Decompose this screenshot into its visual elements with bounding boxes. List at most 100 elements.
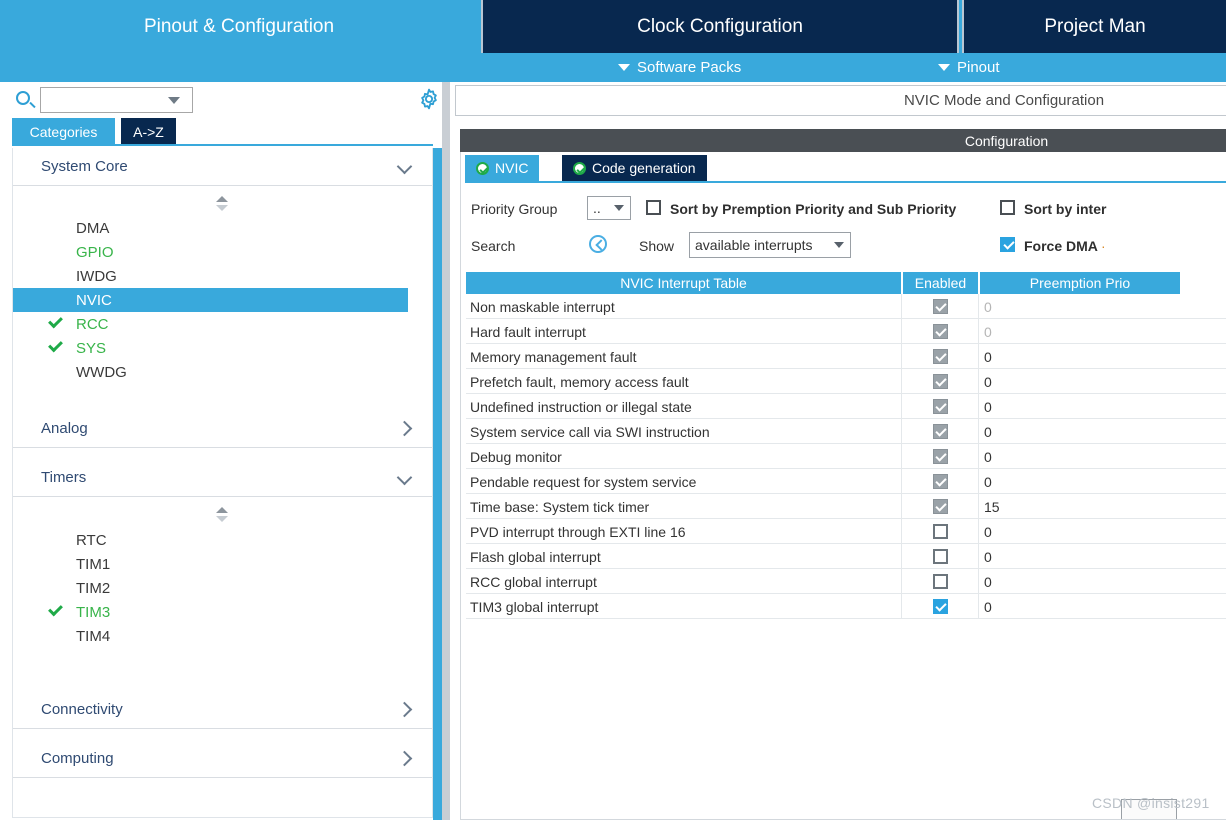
chevron-left-circle-icon[interactable]	[589, 235, 607, 253]
chevron-down-icon[interactable]	[396, 158, 413, 175]
cell-preemption-priority[interactable]: 0	[984, 394, 992, 419]
force-dma-checkbox[interactable]	[1000, 237, 1015, 252]
cell-divider	[901, 419, 902, 444]
tree-group-analog[interactable]: Analog	[13, 410, 432, 448]
cell-preemption-priority[interactable]: 0	[984, 369, 992, 394]
chevron-down-icon[interactable]	[396, 469, 413, 486]
sidebar-item-dma[interactable]: DMA	[13, 216, 408, 240]
column-header-preemption[interactable]: Preemption Prio	[980, 272, 1180, 294]
tab-pinout-configuration[interactable]: Pinout & Configuration	[0, 0, 478, 53]
search-combobox[interactable]	[40, 87, 193, 113]
cell-enabled[interactable]	[903, 519, 978, 544]
table-row[interactable]: TIM3 global interrupt 0	[466, 594, 1226, 619]
sidebar-item-tim1[interactable]: TIM1	[13, 552, 408, 576]
sidebar-item-sys-label: SYS	[76, 339, 107, 357]
cell-preemption-priority[interactable]: 0	[984, 594, 992, 619]
table-row[interactable]: System service call via SWI instruction 0	[466, 419, 1226, 444]
chevron-down-icon[interactable]	[168, 97, 180, 104]
sidebar-item-tim2[interactable]: TIM2	[13, 576, 408, 600]
tab-code-generation[interactable]: Code generation	[562, 155, 707, 181]
tab-project-manager[interactable]: Project Man	[962, 0, 1226, 53]
tab-categories[interactable]: Categories	[12, 118, 115, 145]
enabled-checkbox[interactable]	[933, 524, 948, 539]
sidebar-item-tim4-label: TIM4	[76, 627, 111, 645]
tree-group-connectivity[interactable]: Connectivity	[13, 691, 432, 729]
sidebar-item-tim3[interactable]: TIM3	[13, 600, 408, 624]
table-row[interactable]: Non maskable interrupt 0	[466, 294, 1226, 319]
tab-clock-configuration[interactable]: Clock Configuration	[481, 0, 959, 53]
tree-group-timers[interactable]: Timers	[13, 459, 432, 497]
cell-enabled[interactable]	[903, 394, 978, 419]
table-row[interactable]: Undefined instruction or illegal state 0	[466, 394, 1226, 419]
cell-enabled[interactable]	[903, 594, 978, 619]
cell-enabled[interactable]	[903, 419, 978, 444]
sidebar-item-rcc[interactable]: RCC	[13, 312, 408, 336]
cell-enabled[interactable]	[903, 544, 978, 569]
priority-group-select[interactable]: ..	[587, 196, 631, 220]
cell-preemption-priority[interactable]: 0	[984, 544, 992, 569]
cell-preemption-priority[interactable]: 0	[984, 469, 992, 494]
sidebar-item-wwdg[interactable]: WWDG	[13, 360, 408, 384]
sort-interrupt-checkbox[interactable]	[1000, 200, 1015, 215]
table-row[interactable]: Flash global interrupt 0	[466, 544, 1226, 569]
table-row[interactable]: RCC global interrupt 0	[466, 569, 1226, 594]
cell-preemption-priority[interactable]: 0	[984, 419, 992, 444]
cell-preemption-priority[interactable]: 0	[984, 444, 992, 469]
panel-divider[interactable]	[442, 82, 450, 820]
column-header-enabled[interactable]: Enabled	[903, 272, 978, 294]
cell-preemption-priority[interactable]: 0	[984, 569, 992, 594]
enabled-checkbox[interactable]	[933, 599, 948, 614]
scroll-spinner-system-core[interactable]	[216, 196, 229, 212]
sidebar-item-nvic[interactable]: NVIC	[13, 288, 408, 312]
enabled-checkbox[interactable]	[933, 549, 948, 564]
cell-interrupt-name: Undefined instruction or illegal state	[470, 398, 692, 415]
cell-enabled[interactable]	[903, 294, 978, 319]
cell-enabled[interactable]	[903, 344, 978, 369]
table-row[interactable]: Pendable request for system service 0	[466, 469, 1226, 494]
cell-divider	[978, 469, 979, 494]
cell-preemption-priority[interactable]: 0	[984, 344, 992, 369]
cell-enabled[interactable]	[903, 319, 978, 344]
cell-divider	[978, 594, 979, 619]
table-row[interactable]: Memory management fault 0	[466, 344, 1226, 369]
sidebar-item-tim4[interactable]: TIM4	[13, 624, 408, 648]
table-row[interactable]: Time base: System tick timer 15	[466, 494, 1226, 519]
chevron-right-icon[interactable]	[396, 701, 413, 718]
show-filter-select[interactable]: available interrupts	[689, 232, 851, 258]
cell-enabled[interactable]	[903, 369, 978, 394]
cell-preemption-priority[interactable]: 0	[984, 519, 992, 544]
tree-group-computing[interactable]: Computing	[13, 740, 432, 778]
sidebar-scrollbar-thumb[interactable]	[433, 148, 442, 820]
cell-preemption-priority[interactable]: 0	[984, 294, 992, 319]
tree-group-system-core[interactable]: System Core	[13, 148, 432, 186]
sidebar-item-iwdg[interactable]: IWDG	[13, 264, 408, 288]
cell-preemption-priority[interactable]: 15	[984, 494, 1000, 519]
tab-nvic[interactable]: NVIC	[465, 155, 540, 181]
gear-icon[interactable]	[418, 88, 440, 110]
tab-a-to-z[interactable]: A->Z	[121, 118, 176, 145]
enabled-checkbox[interactable]	[933, 574, 948, 589]
sort-preemption-checkbox[interactable]	[646, 200, 661, 215]
sidebar-item-gpio[interactable]: GPIO	[13, 240, 408, 264]
cell-preemption-priority[interactable]: 0	[984, 319, 992, 344]
table-body: Non maskable interrupt 0 Hard fault interr…	[466, 294, 1226, 619]
cell-enabled[interactable]	[903, 469, 978, 494]
enabled-checkbox	[933, 424, 948, 439]
table-row[interactable]: PVD interrupt through EXTI line 16 0	[466, 519, 1226, 544]
column-header-interrupt-name-label: NVIC Interrupt Table	[620, 275, 747, 291]
menu-software-packs[interactable]: Software Packs	[618, 53, 741, 82]
cell-enabled[interactable]	[903, 494, 978, 519]
cell-enabled[interactable]	[903, 444, 978, 469]
menu-pinout[interactable]: Pinout	[938, 53, 1000, 82]
column-header-interrupt-name[interactable]: NVIC Interrupt Table	[466, 272, 901, 294]
sidebar-item-rtc[interactable]: RTC	[13, 528, 408, 552]
chevron-right-icon[interactable]	[396, 420, 413, 437]
table-row[interactable]: Hard fault interrupt 0	[466, 319, 1226, 344]
table-row[interactable]: Prefetch fault, memory access fault 0	[466, 369, 1226, 394]
cell-enabled[interactable]	[903, 569, 978, 594]
table-row[interactable]: Debug monitor 0	[466, 444, 1226, 469]
search-input[interactable]	[44, 90, 164, 110]
chevron-right-icon[interactable]	[396, 750, 413, 767]
scroll-spinner-timers[interactable]	[216, 507, 229, 523]
sidebar-item-sys[interactable]: SYS	[13, 336, 408, 360]
